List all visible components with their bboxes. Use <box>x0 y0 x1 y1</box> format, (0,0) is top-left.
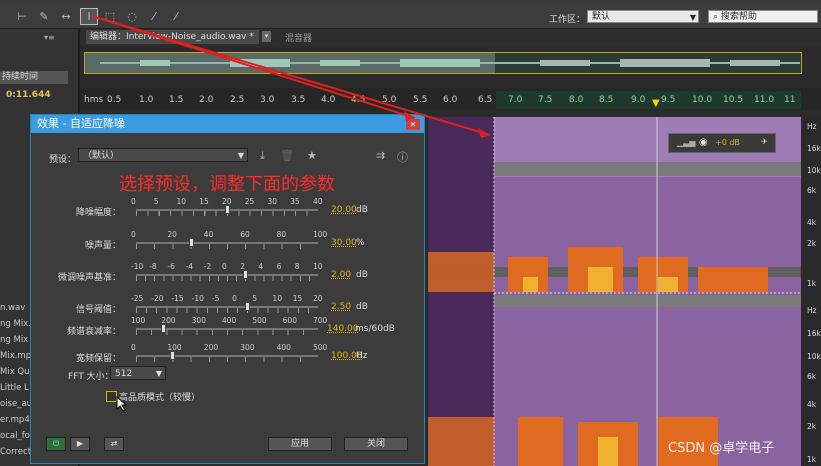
annotation-arrows <box>91 15 491 138</box>
watermark: CSDN @卓学电子 <box>668 441 775 456</box>
